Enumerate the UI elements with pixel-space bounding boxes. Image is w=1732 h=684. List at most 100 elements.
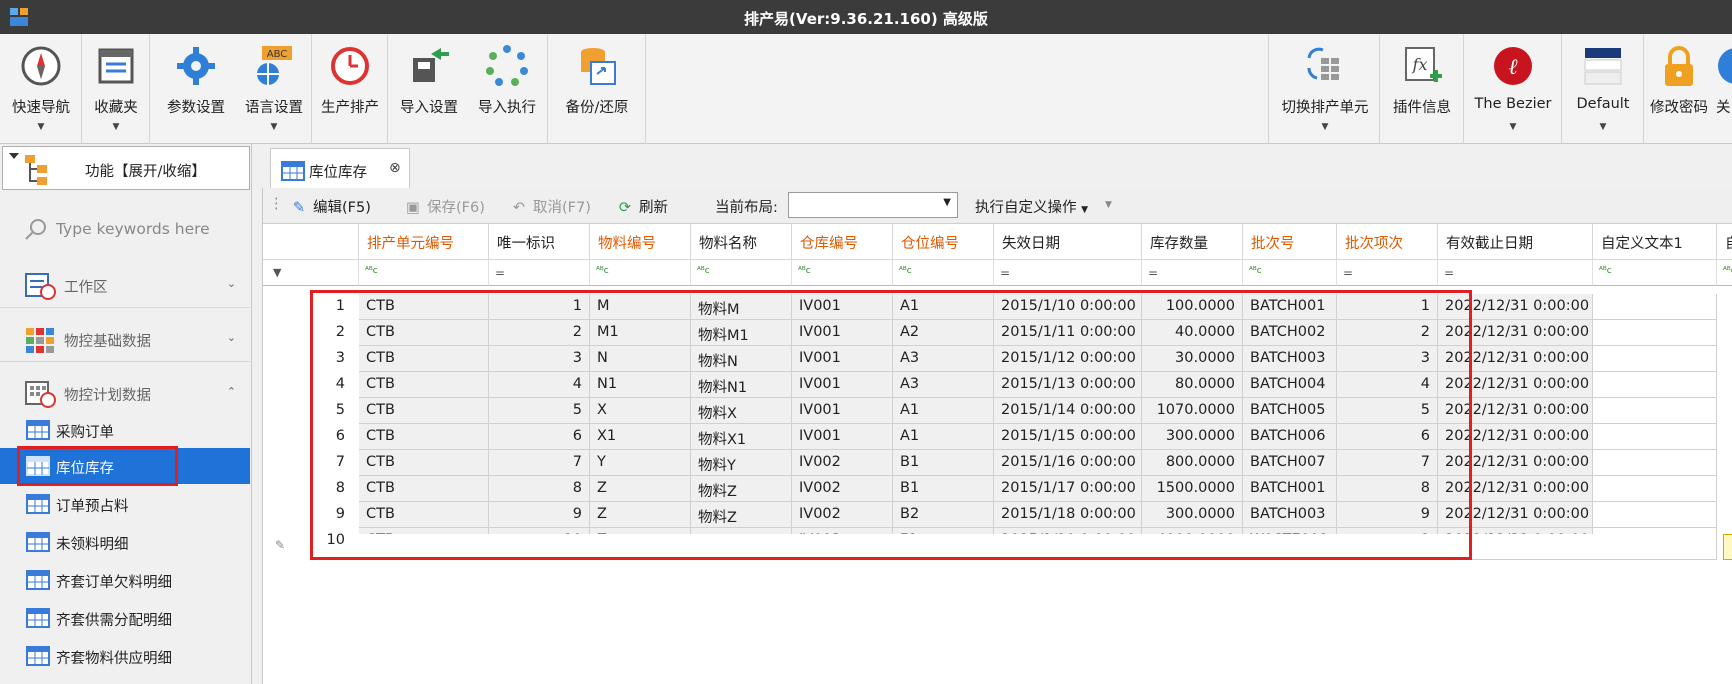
svg-text:fx: fx <box>1412 55 1428 74</box>
filter-cell[interactable]: ᴬᴮc <box>792 260 893 286</box>
table-cell[interactable] <box>1593 502 1717 528</box>
lock-icon <box>1665 46 1693 86</box>
table-cell[interactable] <box>1593 398 1717 424</box>
column-header[interactable]: 自定义文本1 <box>1593 224 1717 260</box>
title-bar: 排产易(Ver:9.36.21.160) 高级版 <box>0 0 1732 34</box>
filter-cell[interactable]: ᴬᴮc <box>1593 260 1717 286</box>
table-cell[interactable] <box>1593 372 1717 398</box>
table-cell[interactable] <box>1593 346 1717 372</box>
filter-cell[interactable]: = <box>1142 260 1243 286</box>
column-header[interactable]: 批次项次 <box>1337 224 1438 260</box>
sidebar-item-label: 采购订单 <box>56 425 114 441</box>
tab-location-stock[interactable]: 库位库存 ⊗ <box>270 148 410 190</box>
import-settings-button[interactable]: 导入设置 <box>390 34 468 144</box>
filter-cell[interactable]: = <box>489 260 590 286</box>
column-header[interactable]: 库存数量 <box>1142 224 1243 260</box>
filter-cell[interactable]: ᴬᴮc <box>893 260 994 286</box>
change-password-button[interactable]: 修改密码 <box>1644 34 1714 144</box>
nav-group-base-data[interactable]: 物控基础数据 ⌄ <box>0 316 250 362</box>
chevron-down-icon[interactable]: ▼ <box>38 122 45 132</box>
backup-restore-button[interactable]: 备份/还原 <box>548 34 646 144</box>
pencil-icon: ✎ <box>292 200 306 216</box>
sidebar-item-order-reserve[interactable]: 订单预占料 <box>0 486 250 522</box>
refresh-icon: ⟳ <box>618 200 632 216</box>
sidebar-item-purchase-order[interactable]: 采购订单 <box>0 412 250 448</box>
nav-group-plan-data[interactable]: 物控计划数据 ⌃ <box>0 370 250 416</box>
ribbon-group-palette: Default ▼ <box>1562 34 1644 144</box>
column-header[interactable]: 排产单元编号 <box>359 224 489 260</box>
param-settings-button[interactable]: 参数设置 <box>158 34 234 144</box>
new-row-cursor <box>1723 534 1732 560</box>
toolbar-grip: ⋮ <box>269 196 284 212</box>
exit-button[interactable]: 关 <box>1714 34 1732 144</box>
refresh-button[interactable]: ⟳ 刷新 <box>615 196 668 217</box>
layout-label: 当前布局: <box>715 200 778 216</box>
backup-restore-icon <box>581 48 616 85</box>
filter-cell[interactable]: ᴬᴮc <box>1243 260 1337 286</box>
filter-icon[interactable]: ▼ <box>263 260 359 286</box>
sidebar-item-unissued[interactable]: 未领料明细 <box>0 524 250 560</box>
chevron-down-icon: ⌄ <box>226 331 236 344</box>
column-header[interactable]: 批次号 <box>1243 224 1337 260</box>
chevron-down-icon[interactable]: ▼ <box>1510 122 1517 132</box>
nav-group-label: 物控计划数据 <box>64 388 151 404</box>
column-header[interactable]: 物料编号 <box>590 224 691 260</box>
sidebar-item-kit-allocation[interactable]: 齐套供需分配明细 <box>0 600 250 636</box>
filter-cell[interactable]: ᴬᴮc <box>359 260 489 286</box>
table-cell[interactable] <box>1593 450 1717 476</box>
function-toggle[interactable]: 功能【展开/收缩】 <box>2 146 250 190</box>
ribbon-group-settings: 参数设置 ABC 语言设置 ▼ <box>150 34 312 144</box>
save-button[interactable]: ▣ 保存(F6) <box>403 196 485 217</box>
favorites-button[interactable]: 收藏夹 ▼ <box>82 34 150 144</box>
language-settings-button[interactable]: ABC 语言设置 ▼ <box>236 34 312 144</box>
filter-cell[interactable]: ᴬᴮc <box>1717 260 1732 286</box>
production-schedule-button[interactable]: 生产排产 <box>312 34 388 144</box>
column-header[interactable]: 物料名称 <box>691 224 792 260</box>
exit-icon <box>1718 48 1732 84</box>
table-cell[interactable] <box>1593 294 1717 320</box>
filter-cell[interactable]: = <box>1337 260 1438 286</box>
nav-group-workspace[interactable]: 工作区 ⌄ <box>0 262 250 308</box>
column-header[interactable]: 仓库编号 <box>792 224 893 260</box>
column-header[interactable]: 有效截止日期 <box>1438 224 1593 260</box>
filter-cell[interactable]: = <box>994 260 1142 286</box>
filter-cell[interactable]: ᴬᴮc <box>590 260 691 286</box>
column-header[interactable]: 失效日期 <box>994 224 1142 260</box>
chevron-down-icon[interactable]: ▼ <box>113 122 120 132</box>
backup-restore-label: 备份/还原 <box>565 100 629 116</box>
edit-button[interactable]: ✎ 编辑(F5) <box>289 196 371 217</box>
plugin-info-button[interactable]: fx 插件信息 <box>1380 34 1464 144</box>
chevron-down-icon[interactable]: ▼ <box>1322 122 1329 132</box>
filter-cell[interactable]: ᴬᴮc <box>691 260 792 286</box>
chevron-down-icon[interactable]: ▼ <box>271 122 278 132</box>
sidebar-item-kit-supply[interactable]: 齐套物料供应明细 <box>0 638 250 674</box>
filter-cell[interactable]: = <box>1438 260 1593 286</box>
switch-unit-button[interactable]: 切换排产单元 ▼ <box>1269 34 1381 144</box>
column-header[interactable]: 唯一标识 <box>489 224 590 260</box>
import-run-button[interactable]: 导入执行 <box>468 34 546 144</box>
layout-select[interactable]: ▼ <box>788 192 958 218</box>
edit-label: 编辑(F5) <box>313 200 371 216</box>
compass-icon <box>21 46 61 86</box>
skin-bezier-label: The Bezier <box>1474 96 1552 112</box>
sidebar-item-kit-shortage[interactable]: 齐套订单欠料明细 <box>0 562 250 598</box>
quick-nav-button[interactable]: 快速导航 ▼ <box>0 34 82 144</box>
skin-bezier-button[interactable]: ℓ The Bezier ▼ <box>1464 34 1562 144</box>
table-cell[interactable] <box>1593 424 1717 450</box>
column-header[interactable]: 自 <box>1717 224 1732 260</box>
table-cell[interactable] <box>1593 320 1717 346</box>
cancel-label: 取消(F7) <box>533 200 591 216</box>
close-icon[interactable]: ⊗ <box>389 160 401 176</box>
chevron-down-icon[interactable]: ▼ <box>1105 200 1112 210</box>
search-icon <box>25 219 46 240</box>
palette-default-button[interactable]: Default ▼ <box>1562 34 1644 144</box>
main-content: ⋮ ✎ 编辑(F5) ▣ 保存(F6) ↶ 取消(F7) ⟳ 刷新 当前布局: ▼ 执行… <box>262 188 1732 684</box>
highlight-box <box>310 290 1472 560</box>
table-cell[interactable] <box>1593 476 1717 502</box>
sidebar-search-input[interactable]: Type keywords here <box>20 214 240 248</box>
column-header[interactable]: 仓位编号 <box>893 224 994 260</box>
ribbon-group-account: 修改密码 关 <box>1644 34 1732 144</box>
cancel-button[interactable]: ↶ 取消(F7) <box>509 196 591 217</box>
custom-ops-button[interactable]: 执行自定义操作 ▼ <box>975 196 1088 217</box>
chevron-down-icon[interactable]: ▼ <box>1600 122 1607 132</box>
